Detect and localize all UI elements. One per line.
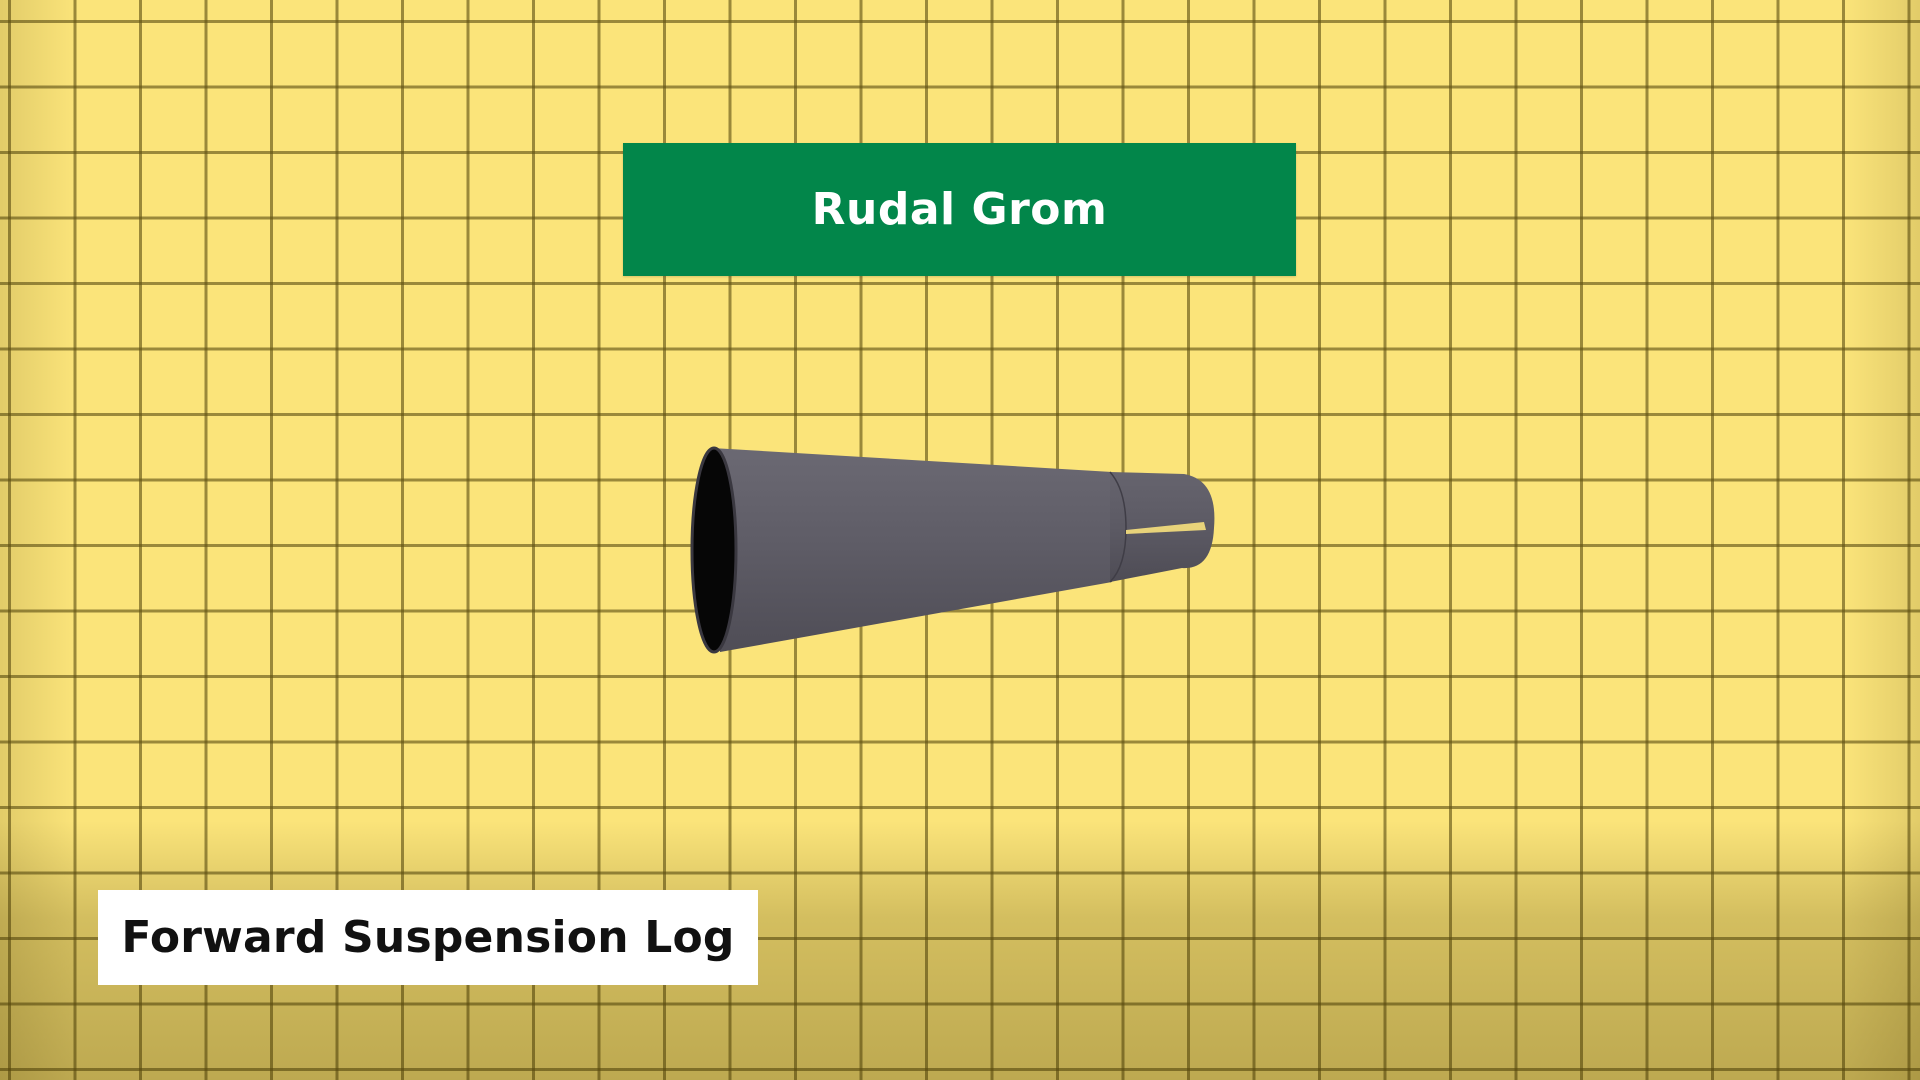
tube-illustration <box>690 446 1215 654</box>
tube-opening <box>690 446 738 654</box>
grid-background: Rudal Grom Forward Suspension Log <box>0 0 1920 1080</box>
caption-text: Forward Suspension Log <box>121 912 735 963</box>
caption-box: Forward Suspension Log <box>98 890 758 985</box>
title-banner: Rudal Grom <box>623 143 1296 276</box>
tube-body <box>712 448 1112 652</box>
title-text: Rudal Grom <box>811 184 1108 235</box>
tube-object <box>680 430 1240 670</box>
